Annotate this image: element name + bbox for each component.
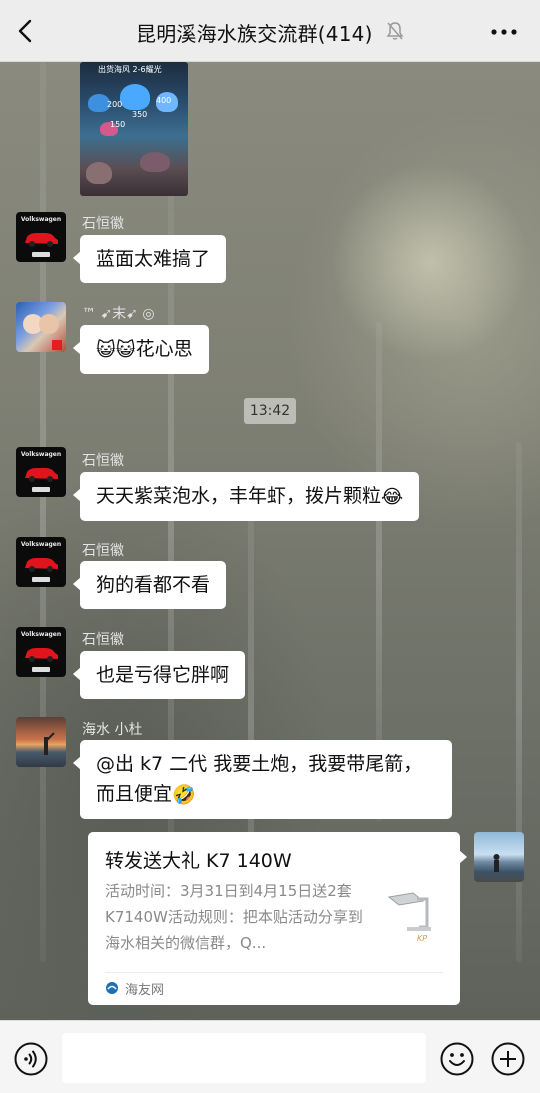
photo-caption: 出货海风 2-6耀光 bbox=[98, 65, 162, 74]
message-text: 花心思 bbox=[135, 338, 193, 360]
link-card-source: 海友网 bbox=[125, 983, 165, 998]
message-text: 蓝面太难搞了 bbox=[96, 248, 211, 270]
chat-header: 昆明溪海水族交流群(414) bbox=[0, 0, 540, 62]
car-avatar-icon bbox=[25, 648, 58, 662]
plus-icon[interactable] bbox=[491, 1042, 525, 1076]
chevron-left-icon[interactable] bbox=[14, 18, 38, 44]
message-text: @出 k7 二代 我要土炮，我要带尾箭， bbox=[96, 753, 423, 775]
avatar[interactable]: Volkswagen bbox=[16, 627, 66, 677]
anime-avatar-icon bbox=[23, 314, 62, 350]
laughing-emoji: 😂 bbox=[381, 485, 404, 508]
avatar[interactable] bbox=[16, 302, 66, 352]
photo-label: 200 bbox=[107, 100, 123, 109]
avatar[interactable]: Volkswagen bbox=[16, 212, 66, 262]
sunset-avatar-icon bbox=[44, 732, 55, 755]
aquarium-light-thumbnail: KP bbox=[387, 892, 431, 943]
chat-title: 昆明溪海水族交流群(414) bbox=[136, 22, 373, 46]
rofl-emoji: 🤣 bbox=[172, 783, 196, 806]
message-input[interactable] bbox=[62, 1033, 426, 1083]
beach-avatar-icon bbox=[493, 854, 500, 872]
svg-text:KP: KP bbox=[417, 934, 427, 943]
avatar[interactable] bbox=[474, 832, 524, 882]
input-bar bbox=[0, 1020, 540, 1093]
sender-name: 石恒徽 bbox=[82, 216, 124, 232]
car-avatar-icon bbox=[25, 558, 58, 572]
timestamp: 13:42 bbox=[244, 398, 296, 424]
avatar[interactable]: Volkswagen bbox=[16, 537, 66, 587]
avatar-brand-text: Volkswagen bbox=[20, 451, 62, 458]
photo-label: 400 bbox=[156, 96, 172, 105]
message-bubble[interactable]: 蓝面太难搞了 bbox=[72, 235, 227, 283]
message-text: 天天紫菜泡水，丰年虾，拨片颗粒 bbox=[96, 485, 382, 507]
sender-name: 海水 小杜 bbox=[82, 722, 143, 738]
photo-label: 150 bbox=[110, 120, 126, 129]
source-logo-icon bbox=[106, 982, 118, 994]
sender-name: 石恒徽 bbox=[82, 543, 124, 559]
message-text: 狗的看都不看 bbox=[96, 574, 211, 596]
emoji-icon[interactable] bbox=[440, 1042, 474, 1076]
link-card-message[interactable]: 转发送大礼 K7 140W 活动时间：3月31日到4月15日送2套K7140W活… bbox=[88, 832, 467, 1005]
car-avatar-icon bbox=[25, 233, 58, 247]
sender-name: ™ ➹末➹ ◎ bbox=[82, 306, 155, 322]
message-text: 而且便宜 bbox=[96, 783, 173, 805]
photo-label: 350 bbox=[132, 110, 148, 119]
ellipsis-icon[interactable] bbox=[490, 28, 518, 36]
avatar-brand-text: Volkswagen bbox=[20, 631, 62, 638]
message-bubble[interactable]: @出 k7 二代 我要土炮，我要带尾箭， 而且便宜🤣 bbox=[73, 740, 452, 819]
voice-icon[interactable] bbox=[14, 1042, 48, 1076]
link-card-title: 转发送大礼 K7 140W bbox=[105, 850, 292, 872]
avatar[interactable]: Volkswagen bbox=[16, 447, 66, 497]
link-card-description: 活动时间：3月31日到4月15日送2套K7140W活动规则：把本贴活动分享到海水… bbox=[105, 882, 363, 952]
sender-name: 石恒徽 bbox=[82, 632, 124, 648]
message-bubble[interactable]: 天天紫菜泡水，丰年虾，拨片颗粒😂 bbox=[72, 472, 420, 521]
bell-muted-icon bbox=[386, 22, 404, 40]
cat-emoji: 😺😺 bbox=[96, 338, 136, 361]
aquarium-photo-message[interactable]: 出货海风 2-6耀光 200 400 350 150 bbox=[80, 62, 188, 196]
avatar-brand-text: Volkswagen bbox=[20, 216, 62, 223]
message-bubble[interactable]: 狗的看都不看 bbox=[72, 561, 227, 609]
avatar-brand-text: Volkswagen bbox=[20, 541, 62, 548]
message-text: 也是亏得它胖啊 bbox=[96, 664, 230, 686]
avatar[interactable] bbox=[16, 717, 66, 767]
message-bubble[interactable]: 😺😺花心思 bbox=[73, 325, 209, 374]
message-bubble[interactable]: 也是亏得它胖啊 bbox=[72, 651, 246, 699]
sender-name: 石恒徽 bbox=[82, 453, 124, 469]
car-avatar-icon bbox=[25, 468, 58, 482]
